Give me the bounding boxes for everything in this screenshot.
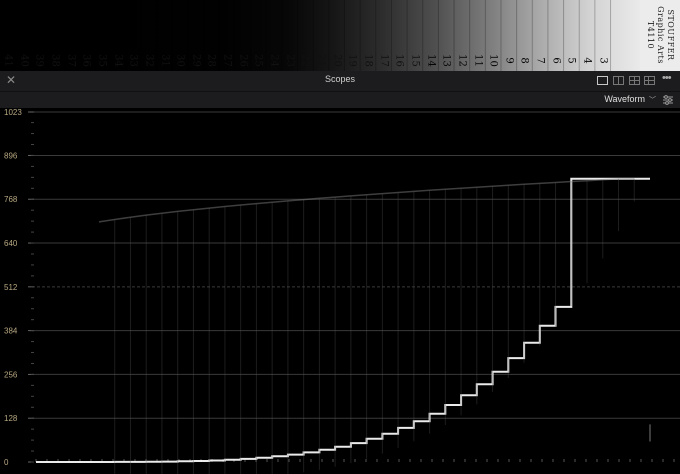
wedge-step-number: 18	[362, 54, 374, 67]
wedge-step-number: 25	[252, 54, 264, 67]
wedge-step-number: 23	[284, 54, 296, 67]
wedge-step-number: 7	[534, 57, 546, 64]
quad-layout-icon[interactable]	[629, 76, 640, 85]
wedge-step-number: 22	[299, 54, 311, 67]
y-tick-label: 512	[4, 283, 18, 292]
y-tick-label: 640	[4, 239, 18, 248]
wedge-step-number: 11	[472, 54, 483, 67]
wedge-step-number: 39	[33, 54, 45, 67]
wedge-step-number: 3	[597, 57, 609, 64]
single-layout-icon[interactable]	[597, 76, 608, 85]
chevron-down-icon: ﹀	[649, 97, 656, 104]
wedge-label-card: STOUFFER Graphic Arts T4110	[640, 0, 680, 71]
wedge-step-number: 40	[18, 54, 30, 67]
y-tick-label: 256	[4, 370, 18, 379]
wedge-label-text: STOUFFER Graphic Arts T4110	[645, 2, 675, 68]
wedge-label-line2: Graphic Arts	[656, 6, 665, 64]
waveform-trace	[36, 177, 650, 463]
y-tick-label: 896	[4, 151, 18, 160]
wedge-step-number: 14	[425, 54, 437, 67]
wedge-step-number: 9	[503, 57, 515, 64]
wedge-step-number: 31	[159, 54, 170, 67]
wedge-step-number: 20	[331, 54, 343, 67]
scope-type-label: Waveform	[604, 94, 645, 104]
y-tick-label: 768	[4, 195, 18, 204]
wedge-step-number: 30	[174, 54, 186, 67]
wedge-step-number: 13	[440, 54, 452, 67]
more-horizontal-icon[interactable]: •••	[662, 72, 676, 84]
dual-layout-icon[interactable]	[613, 76, 624, 85]
wedge-step-number: 32	[143, 54, 155, 67]
wedge-step-number: 16	[393, 54, 405, 67]
y-tick-label: 128	[4, 414, 18, 423]
wedge-step-number: 28	[205, 54, 217, 67]
wedge-step-number: 10	[487, 54, 499, 67]
scopes-header: ✕ Scopes •••	[0, 71, 680, 92]
wedge-step-number: 26	[237, 54, 249, 67]
scope-type-dropdown[interactable]: Waveform ﹀	[604, 94, 656, 105]
wedge-label-line3: T4110	[646, 20, 655, 50]
wedge-step-number: 37	[65, 54, 77, 67]
wedge-step-number: 15	[409, 54, 421, 67]
wedge-step-number: 38	[49, 54, 61, 67]
wedge-step-number: 29	[190, 54, 202, 67]
settings-sliders-icon[interactable]	[662, 94, 674, 106]
waveform-plot: 1023 896 768 640 512 384 256 128 0	[4, 108, 680, 474]
wedge-step-number: 41	[2, 54, 14, 67]
waveform-scope: 1023 896 768 640 512 384 256 128 0	[0, 108, 680, 474]
y-tick-label: 1023	[4, 108, 22, 117]
y-tick-label: 0	[4, 458, 9, 467]
wedge-step-number: 21	[315, 54, 327, 67]
grid-layout-icon[interactable]	[644, 76, 655, 85]
wedge-step-number: 36	[80, 54, 92, 67]
wedge-step-number: 8	[518, 57, 530, 64]
scope-toolbar: Waveform ﹀	[0, 92, 680, 108]
wedge-step-number: 19	[346, 54, 358, 67]
wedge-label-brand: STOUFFER	[666, 9, 675, 61]
wedge-step-number: 24	[268, 54, 280, 67]
panel-title: Scopes	[324, 74, 356, 84]
wedge-step-number: 33	[127, 54, 139, 67]
y-tick-label: 384	[4, 327, 18, 336]
wedge-step-number: 4	[581, 57, 593, 64]
wedge-step-number: 27	[221, 54, 233, 67]
wedge-step-number: 34	[112, 54, 124, 67]
wedge-step-number: 5	[565, 57, 577, 64]
wedge-step-number: 12	[456, 54, 468, 67]
wedge-step-number: 17	[378, 54, 390, 67]
video-preview-step-wedge: 41 40 39 38 37 36 35 34 33 32 31 30 29 28 27 26 25 24 23 22…	[0, 0, 680, 71]
wedge-step-number: 6	[550, 57, 562, 64]
wedge-step-number: 35	[96, 54, 108, 67]
